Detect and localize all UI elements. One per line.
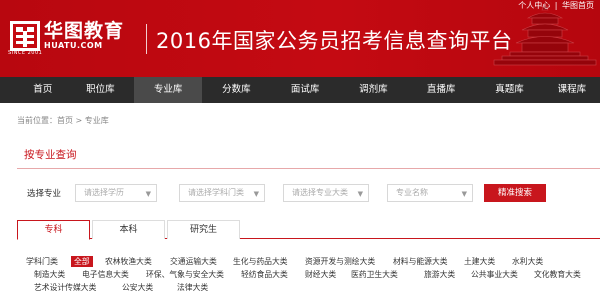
logo-since: SINCE 2001 [8, 50, 43, 56]
precise-search-button[interactable]: 精准搜索 [484, 184, 546, 202]
site-header: 个人中心 | 华图首页 华图教育 HUATU.COM SINCE 2001 20… [0, 0, 600, 77]
nav-item-transfer[interactable]: 调剂库 [340, 77, 408, 103]
category-label: 学科门类 [26, 257, 58, 266]
category-item[interactable]: 生化与药品大类 [233, 256, 288, 267]
category-item[interactable]: 公安大类 [122, 282, 153, 293]
education-select[interactable]: 请选择学历 ▼ [75, 184, 157, 202]
breadcrumb-separator: > [73, 116, 85, 125]
category-item[interactable]: 材料与能源大类 [393, 256, 448, 267]
category-item[interactable]: 交通运输大类 [170, 256, 217, 267]
major-name-input[interactable]: 专业名称 ▼ [387, 184, 473, 202]
chevron-down-icon: ▼ [145, 190, 151, 198]
page-title: 2016年国家公务员招考信息查询平台 [156, 29, 513, 53]
major-name-placeholder: 专业名称 [396, 188, 428, 197]
breadcrumb-current: 专业库 [84, 116, 109, 125]
site-logo[interactable]: 华图教育 HUATU.COM [10, 21, 124, 51]
breadcrumb: 当前位置：首页 > 专业库 [17, 115, 109, 126]
tab-graduate[interactable]: 研究生 [167, 220, 240, 239]
category-item[interactable]: 电子信息大类 [82, 269, 129, 280]
education-level-tabs: 专科 本科 研究生 [17, 220, 600, 240]
chevron-down-icon: ▼ [461, 190, 467, 198]
chevron-down-icon: ▼ [357, 190, 363, 198]
filter-label: 选择专业 [27, 189, 62, 199]
category-item[interactable]: 土建大类 [464, 256, 495, 267]
logo-english-name: HUATU.COM [44, 41, 103, 50]
category-item[interactable]: 医药卫生大类 [351, 269, 398, 280]
nav-item-scores[interactable]: 分数库 [202, 77, 271, 103]
category-item[interactable]: 农林牧渔大类 [105, 256, 152, 267]
panel-divider [17, 168, 600, 169]
education-select-placeholder: 请选择学历 [84, 188, 124, 197]
discipline-select-placeholder: 请选择学科门类 [188, 188, 244, 197]
nav-item-live[interactable]: 直播库 [407, 77, 475, 103]
category-select-placeholder: 请选择专业大类 [292, 188, 348, 197]
category-item[interactable]: 法律大类 [177, 282, 208, 293]
panel-title: 按专业查询 [24, 149, 77, 161]
nav-item-positions[interactable]: 职位库 [66, 77, 134, 103]
user-center-link[interactable]: 个人中心 [518, 1, 550, 10]
nav-item-interview[interactable]: 面试库 [271, 77, 340, 103]
category-all[interactable]: 全部 [71, 256, 93, 267]
category-item[interactable]: 资源开发与测绘大类 [305, 256, 375, 267]
category-item[interactable]: 水利大类 [512, 256, 543, 267]
category-select[interactable]: 请选择专业大类 ▼ [283, 184, 369, 202]
category-item[interactable]: 财经大类 [305, 269, 336, 280]
nav-item-majors[interactable]: 专业库 [134, 77, 203, 103]
tab-junior-college[interactable]: 专科 [17, 220, 90, 240]
nav-item-exams[interactable]: 真题库 [475, 77, 544, 103]
top-links: 个人中心 | 华图首页 [516, 0, 594, 11]
nav-item-courses[interactable]: 课程库 [544, 77, 600, 103]
filter-row: 选择专业 请选择学历 ▼ 请选择学科门类 ▼ 请选择专业大类 ▼ 专业名称 ▼ … [27, 184, 600, 202]
category-item[interactable]: 环保、气象与安全大类 [146, 269, 224, 280]
category-item[interactable]: 制造大类 [34, 269, 65, 280]
category-item[interactable]: 艺术设计传媒大类 [34, 282, 96, 293]
breadcrumb-home[interactable]: 首页 [57, 116, 73, 125]
nav-item-home[interactable]: 首页 [19, 77, 66, 103]
header-divider [146, 24, 147, 54]
huatu-home-link[interactable]: 华图首页 [562, 1, 594, 10]
discipline-select[interactable]: 请选择学科门类 ▼ [179, 184, 265, 202]
chevron-down-icon: ▼ [253, 190, 259, 198]
breadcrumb-prefix: 当前位置： [17, 116, 57, 125]
toplink-separator: | [554, 1, 558, 10]
major-query-panel: 按专业查询 选择专业 请选择学历 ▼ 请选择学科门类 ▼ 请选择专业大类 ▼ 专… [0, 134, 600, 295]
tab-undergraduate[interactable]: 本科 [92, 220, 165, 239]
category-item[interactable]: 轻纺食品大类 [241, 269, 288, 280]
logo-chinese-name: 华图教育 [44, 20, 125, 42]
category-item[interactable]: 文化教育大类 [534, 269, 581, 280]
main-nav: 首页 职位库 专业库 分数库 面试库 调剂库 直播库 真题库 课程库 [0, 77, 600, 103]
category-item[interactable]: 旅游大类 [424, 269, 455, 280]
category-item[interactable]: 公共事业大类 [471, 269, 518, 280]
huatu-logo-icon [10, 21, 40, 51]
